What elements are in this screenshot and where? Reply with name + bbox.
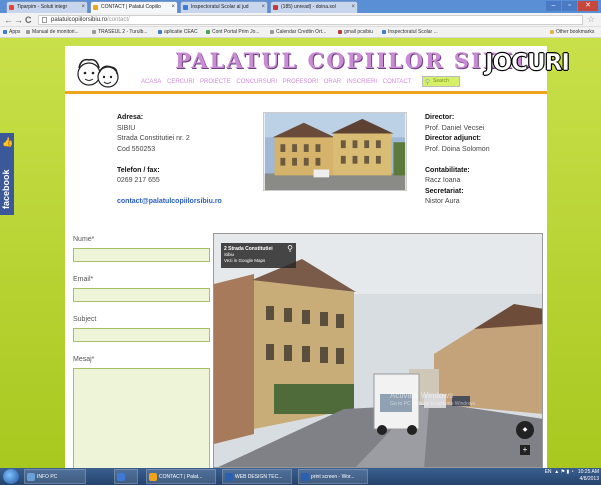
windows-taskbar: INFO PC CONTACT | Palat... WEB DESIGN TE… — [0, 468, 601, 485]
subject-field[interactable] — [73, 328, 210, 342]
close-tab-icon[interactable]: × — [81, 2, 85, 13]
taskbar-item[interactable]: print screen - Wor... — [298, 469, 368, 484]
staff-block: Director: Prof. Daniel Vecsei Director a… — [425, 114, 490, 205]
contact-content: Adresa: SIBIU Strada Constitutiei nr. 2 … — [65, 94, 547, 468]
search-input[interactable]: ⚲ Search — [422, 76, 460, 87]
compass-icon[interactable]: ◆ — [516, 421, 534, 439]
menu-item-concursuri[interactable]: CONCURSURI — [236, 79, 277, 85]
menu-item-acasa[interactable]: ACASA — [141, 79, 161, 85]
browser-tab[interactable]: (185) unread) - doina.sol × — [270, 1, 358, 13]
message-label: Mesaj* — [73, 356, 95, 363]
activate-windows-watermark: Activate Windows Go to PC settings to ac… — [390, 391, 477, 407]
menu-item-profesori[interactable]: PROFESORI — [283, 79, 318, 85]
close-tab-icon[interactable]: × — [261, 2, 265, 13]
bookmark-other[interactable]: Other bookmarks — [550, 27, 594, 37]
browser-tab-active[interactable]: CONTACT | Palatul Copiilo × — [90, 1, 178, 13]
phone-label: Telefon / fax: — [117, 166, 160, 174]
site-header: PALATUL COPIILOR SIBIU ACASA CERCURI PRO… — [65, 46, 570, 94]
back-arrow-icon[interactable]: ← — [4, 14, 13, 26]
menu-item-contact[interactable]: CONTACT — [383, 79, 412, 85]
jocuri-link[interactable]: JOCURI — [485, 50, 570, 76]
facebook-sidebar-button[interactable]: 👍 facebook — [0, 133, 14, 215]
menu-item-orar[interactable]: ORAR — [324, 79, 341, 85]
building-photo — [263, 112, 407, 191]
start-button[interactable] — [3, 469, 19, 484]
favicon-icon — [273, 5, 278, 10]
taskbar-item[interactable]: CONTACT | Palat... — [146, 469, 216, 484]
bookmark-item[interactable]: Calendar Credtin Ort... — [270, 27, 326, 37]
street-view-image — [214, 234, 542, 467]
email-field[interactable] — [73, 288, 210, 302]
name-field[interactable] — [73, 248, 210, 262]
reload-icon[interactable]: C — [25, 14, 32, 26]
bookmarks-bar: Apps Manual de monitori... TRASEUL 2 - T… — [0, 27, 601, 38]
maximize-button[interactable]: ▫ — [562, 1, 577, 11]
close-tab-icon[interactable]: × — [351, 2, 355, 13]
bookmark-item[interactable]: TRASEUL 2 - Turulb... — [92, 27, 148, 37]
search-icon: ⚲ — [425, 79, 431, 86]
map-pin-icon: ⚲ — [287, 244, 293, 253]
phone-number: 0269 217 655 — [117, 177, 160, 184]
name-label: Nume* — [73, 236, 95, 243]
street-view-info-box: 2 Strada Constitutiei Sibiu Vezi in Goog… — [221, 243, 296, 268]
email-label: Email* — [73, 276, 94, 283]
taskbar-item[interactable]: INFO PC — [24, 469, 86, 484]
bookmark-item[interactable]: aplicatie CEAC — [158, 27, 198, 37]
clock-time[interactable]: 10:25 AM — [578, 469, 599, 475]
message-textarea[interactable] — [73, 368, 210, 468]
address-block: Adresa: SIBIU Strada Constitutiei nr. 2 … — [117, 114, 222, 205]
language-indicator[interactable]: EN — [545, 469, 552, 475]
site-title: PALATUL COPIILOR SIBIU — [175, 48, 535, 73]
bookmark-star-icon[interactable]: ☆ — [587, 14, 595, 25]
system-tray: EN ▲ ⚑ ▮ ◔ 10:25 AM 4/8/2013 — [544, 469, 599, 482]
forward-arrow-icon[interactable]: → — [14, 14, 23, 26]
page-icon — [42, 17, 47, 23]
email-link[interactable]: contact@palatulcopiilorsibiu.ro — [117, 198, 222, 205]
browser-tab[interactable]: Inspectoratul Scolar al jud × — [180, 1, 268, 13]
browser-tab[interactable]: Tiparpim - Soluti integr × — [6, 1, 88, 13]
favicon-icon — [93, 5, 98, 10]
bookmark-item[interactable]: gmail pcsibiu — [338, 27, 373, 37]
minimize-button[interactable]: – — [546, 1, 561, 11]
street-view-map[interactable]: 2 Strada Constitutiei Sibiu Vezi in Goog… — [213, 233, 543, 468]
taskbar-ie-icon[interactable] — [114, 469, 138, 484]
zoom-in-button[interactable]: + — [520, 445, 530, 455]
browser-tab-bar: Tiparpim - Soluti integr × CONTACT | Pala… — [0, 0, 601, 13]
menu-item-cercuri[interactable]: CERCURI — [167, 79, 194, 85]
favicon-icon — [9, 5, 14, 10]
bookmark-apps[interactable]: Apps — [3, 27, 20, 37]
address-label: Adresa: — [117, 114, 144, 121]
thumbs-up-icon: 👍 — [2, 137, 14, 147]
google-maps-link[interactable]: Vezi in Google Maps — [224, 258, 265, 263]
menu-item-proiecte[interactable]: PROIECTE — [200, 79, 231, 85]
taskbar-item[interactable]: WEB DESIGN TEC... — [222, 469, 292, 484]
close-tab-icon[interactable]: × — [171, 2, 175, 13]
kids-logo-icon — [77, 58, 119, 88]
main-menu: ACASA CERCURI PROIECTE CONCURSURI PROFES… — [141, 79, 415, 85]
clock-date: 4/8/2013 — [579, 476, 599, 482]
address-bar: ← → C palatulcopiilorsibiu.ro/contact/ ☆ — [0, 13, 601, 27]
subject-label: Subject — [73, 316, 97, 323]
menu-item-inscrieri[interactable]: INSCRIERI — [347, 79, 377, 85]
bookmark-item[interactable]: Manual de monitori... — [26, 27, 79, 37]
bookmark-item[interactable]: Cont Portal Prim Jo... — [206, 27, 260, 37]
page-background: PALATUL COPIILOR SIBIU ACASA CERCURI PRO… — [0, 38, 601, 468]
close-window-button[interactable]: ✕ — [578, 1, 598, 11]
bookmark-item[interactable]: Inspectoratul Scolar ... — [382, 27, 438, 37]
favicon-icon — [183, 5, 188, 10]
url-input[interactable]: palatulcopiilorsibiu.ro/contact/ — [38, 15, 583, 25]
